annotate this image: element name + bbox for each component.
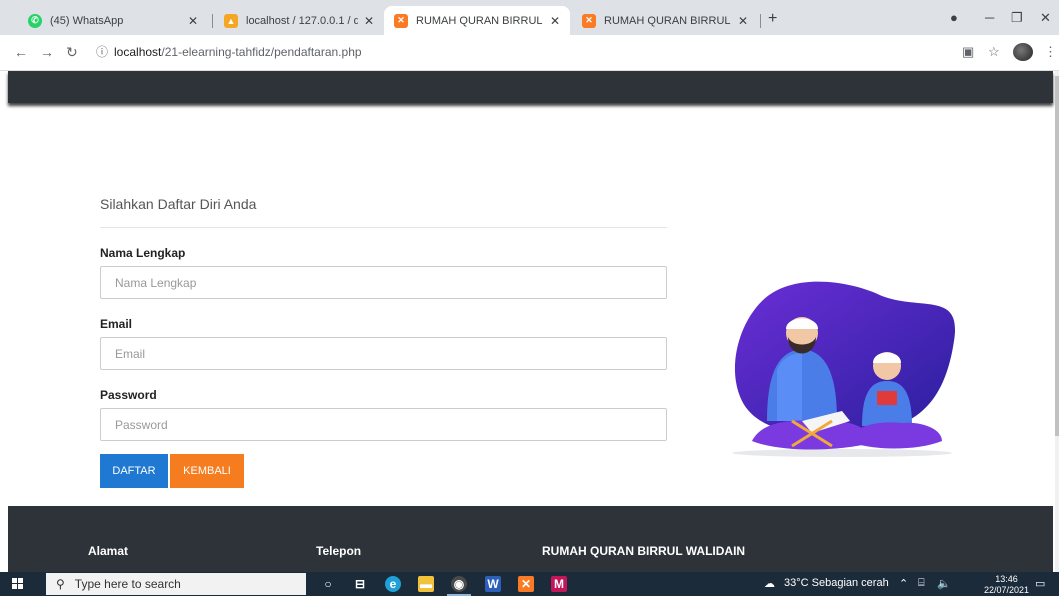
page-scrollbar[interactable] [1055, 71, 1059, 572]
info-icon: ⓘ [96, 45, 109, 59]
new-tab-plus-icon[interactable]: + [768, 10, 777, 28]
network-icon[interactable]: ⌸ [918, 577, 925, 590]
taskbar-clock[interactable]: 13:46 22/07/2021 [984, 574, 1029, 596]
browser-tab-strip: ✆ (45) WhatsApp ✕ ▲ localhost / 127.0.0.… [0, 0, 1059, 35]
cortana-icon[interactable]: ○ [320, 576, 336, 592]
chrome-icon[interactable]: ◉ [451, 576, 467, 592]
xampp-icon: ✕ [394, 13, 408, 28]
profile-dot-icon[interactable]: ● [950, 10, 958, 25]
restore-icon[interactable]: ❐ [1011, 10, 1023, 26]
button-row: DAFTAR KEMBALI [100, 454, 667, 488]
search-placeholder: Type here to search [74, 577, 181, 591]
kembali-button[interactable]: KEMBALI [170, 454, 244, 488]
email-input[interactable] [100, 337, 667, 370]
tab-separator [212, 14, 213, 28]
site-footer: Alamat Telepon RUMAH QURAN BIRRUL WALIDA… [8, 506, 1053, 572]
address-bar[interactable]: ⓘ localhost/21-elearning-tahfidz/pendafta… [96, 43, 362, 60]
email-label: Email [100, 317, 133, 331]
site-navbar [8, 71, 1053, 103]
divider [100, 227, 667, 228]
password-label: Password [100, 388, 157, 402]
avatar[interactable] [1013, 43, 1033, 61]
daftar-button[interactable]: DAFTAR [100, 454, 168, 488]
xampp-icon[interactable]: ✕ [518, 576, 534, 592]
taskbar-search-box[interactable]: ⚲ Type here to search [46, 573, 306, 595]
reload-icon[interactable]: ↻ [66, 44, 78, 61]
search-icon: ⚲ [56, 577, 65, 591]
tab-title: (45) WhatsApp [50, 14, 124, 27]
tab-rumah-quran[interactable]: ✕ RUMAH QURAN BIRRUL WALIDAIN ✕ [572, 6, 758, 35]
tray-chevron-icon[interactable]: ⌃ [899, 577, 908, 590]
close-tab-icon[interactable]: ✕ [738, 14, 748, 28]
page-viewport: Silahkan Daftar Diri Anda Nama Lengkap E… [0, 71, 1059, 572]
scrollbar-thumb[interactable] [1055, 76, 1059, 436]
xampp-icon: ✕ [582, 13, 596, 28]
back-arrow-icon[interactable]: ← [14, 44, 28, 60]
registration-form: Silahkan Daftar Diri Anda Nama Lengkap E… [100, 196, 667, 488]
tab-title: RUMAH QURAN BIRRUL WALIDAIN [604, 14, 732, 27]
quran-reading-illustration [732, 281, 956, 457]
footer-org-title: RUMAH QURAN BIRRUL WALIDAIN [542, 544, 746, 558]
forward-arrow-icon[interactable]: → [40, 44, 54, 60]
menu-kebab-icon[interactable]: ⋮ [1044, 44, 1057, 60]
word-icon[interactable]: W [485, 576, 501, 592]
password-input[interactable] [100, 408, 667, 441]
tab-phpmyadmin[interactable]: ▲ localhost / 127.0.0.1 / db_elearning ✕ [214, 6, 384, 35]
name-label: Nama Lengkap [100, 246, 186, 260]
browser-toolbar: ← → ↻ ⓘ localhost/21-elearning-tahfidz/pe… [0, 35, 1059, 71]
edge-icon[interactable]: e [385, 576, 401, 592]
tab-title: RUMAH QURAN BIRRUL WALIDAIN [416, 14, 544, 27]
full-name-input[interactable] [100, 266, 667, 299]
tab-whatsapp[interactable]: ✆ (45) WhatsApp ✕ [18, 6, 208, 35]
clock-time: 13:46 [995, 574, 1018, 584]
task-view-icon[interactable]: ⊟ [352, 576, 368, 592]
phpmyadmin-icon: ▲ [224, 13, 238, 28]
file-explorer-icon[interactable]: ▬ [418, 576, 434, 592]
close-tab-icon[interactable]: ✕ [550, 14, 560, 28]
footer-address-title: Alamat [88, 544, 129, 558]
tab-title: localhost / 127.0.0.1 / db_elearning [246, 14, 358, 27]
tab-separator [760, 14, 761, 28]
minimize-icon[interactable]: ─ [985, 10, 994, 25]
url-host: localhost [114, 45, 162, 59]
weather-icon[interactable]: ☁ [764, 577, 775, 590]
close-window-icon[interactable]: ✕ [1040, 10, 1051, 26]
weather-text[interactable]: 33°C Sebagian cerah [784, 577, 889, 589]
windows-taskbar: ⚲ Type here to search ○ ⊟ e ▬ ◉ W ✕ M ☁ … [0, 572, 1059, 596]
whatsapp-icon: ✆ [28, 13, 42, 28]
clock-date: 22/07/2021 [984, 585, 1030, 595]
form-heading: Silahkan Daftar Diri Anda [100, 196, 257, 212]
translate-icon[interactable]: ▣ [962, 44, 974, 60]
volume-icon[interactable]: 🔈 [937, 577, 951, 590]
close-tab-icon[interactable]: ✕ [188, 14, 198, 28]
footer-phone-title: Telepon [316, 544, 362, 558]
app-m-icon[interactable]: M [551, 576, 567, 592]
notification-icon[interactable]: ▭ [1035, 577, 1045, 590]
windows-start-icon[interactable] [12, 578, 24, 590]
url-path: /21-elearning-tahfidz/pendaftaran.php [161, 45, 362, 59]
close-tab-icon[interactable]: ✕ [364, 14, 374, 28]
tab-rumah-quran-active[interactable]: ✕ RUMAH QURAN BIRRUL WALIDAIN ✕ [384, 6, 570, 35]
bookmark-star-icon[interactable]: ☆ [988, 44, 1000, 60]
